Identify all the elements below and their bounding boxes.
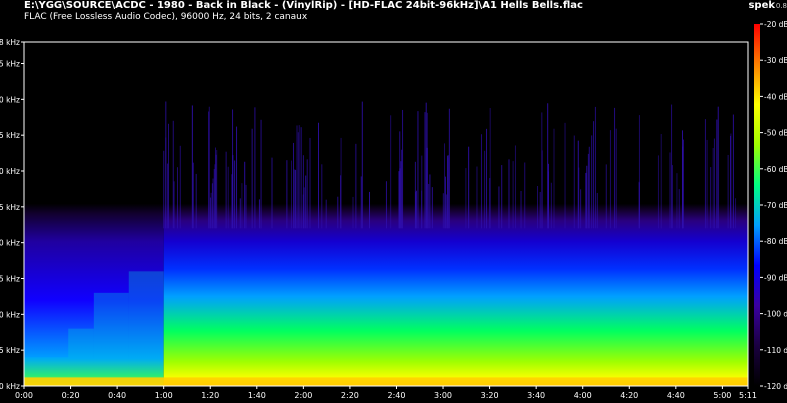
y-tick-label: 20 kHz xyxy=(0,239,20,248)
x-tick-label: 3:20 xyxy=(481,391,499,400)
db-tick-label: -70 dB xyxy=(764,201,787,210)
y-tick-label: 15 kHz xyxy=(0,275,20,284)
db-tick-label: -40 dB xyxy=(764,92,787,101)
db-tick-label: -100 dB xyxy=(764,310,787,319)
db-tick-label: -90 dB xyxy=(764,273,787,282)
low-freq-band xyxy=(24,377,748,386)
x-tick-label: 5:11 xyxy=(739,391,757,400)
x-tick-label: 3:40 xyxy=(527,391,545,400)
x-tick-label: 1:00 xyxy=(155,391,173,400)
y-tick-label: 25 kHz xyxy=(0,203,20,212)
db-tick-label: -120 dB xyxy=(764,382,787,391)
x-tick-label: 4:20 xyxy=(620,391,638,400)
db-color-scale xyxy=(754,24,760,386)
intro-band xyxy=(128,271,164,386)
x-tick-label: 2:00 xyxy=(294,391,312,400)
x-tick-label: 3:00 xyxy=(434,391,452,400)
x-tick-label: 2:40 xyxy=(387,391,405,400)
db-tick-label: -20 dB xyxy=(764,20,787,29)
y-tick-label: 40 kHz xyxy=(0,95,20,104)
y-tick-label: 0 kHz xyxy=(0,382,20,391)
db-tick-label: -30 dB xyxy=(764,56,787,65)
y-tick-label: 30 kHz xyxy=(0,167,20,176)
x-tick-label: 5:00 xyxy=(713,391,731,400)
x-tick-label: 0:20 xyxy=(62,391,80,400)
x-tick-label: 2:20 xyxy=(341,391,359,400)
y-tick-label: 5 kHz xyxy=(0,346,20,355)
db-tick-label: -80 dB xyxy=(764,237,787,246)
y-tick-label: 35 kHz xyxy=(0,131,20,140)
spectrogram-chart: 0 kHz 5 kHz 10 kHz 15 kHz 20 kHz 25 kHz 30 kHz… xyxy=(0,20,787,400)
db-tick-label: -110 dB xyxy=(764,346,787,355)
x-tick-label: 1:40 xyxy=(248,391,266,400)
x-tick-label: 0:00 xyxy=(15,391,33,400)
x-tick-label: 1:20 xyxy=(201,391,219,400)
main-region xyxy=(163,42,748,386)
db-tick-label: -60 dB xyxy=(764,165,787,174)
y-tick-label: 48 kHz xyxy=(0,38,20,47)
intro-band xyxy=(93,292,129,386)
x-tick-label: 0:40 xyxy=(108,391,126,400)
y-tick-label: 45 kHz xyxy=(0,60,20,69)
x-tick-label: 4:00 xyxy=(574,391,592,400)
y-tick-label: 10 kHz xyxy=(0,310,20,319)
x-tick-label: 4:40 xyxy=(667,391,685,400)
db-tick-label: -50 dB xyxy=(764,129,787,138)
